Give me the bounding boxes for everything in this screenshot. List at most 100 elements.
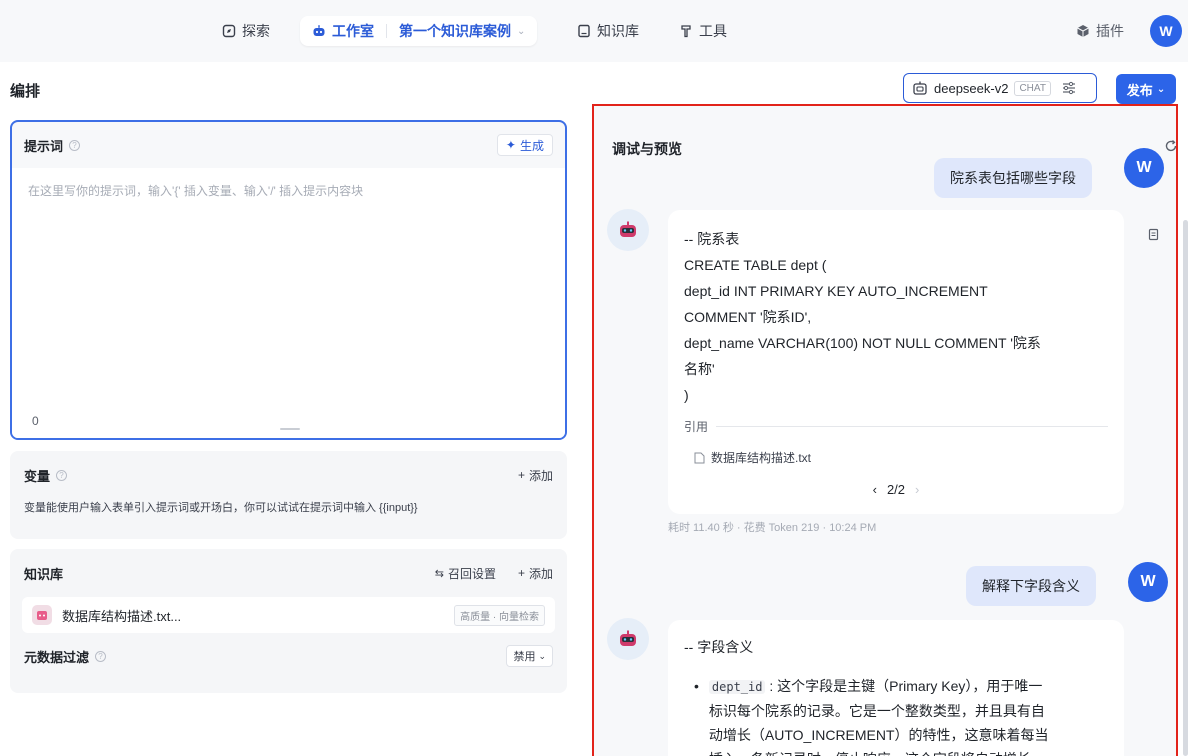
character-count: 0 xyxy=(32,414,39,428)
nav-explore[interactable]: 探索 xyxy=(222,16,270,46)
knowledge-title: 知识库 xyxy=(24,566,64,582)
nav-workspace-label: 工作室 xyxy=(332,23,374,39)
nav-tools[interactable]: 工具 xyxy=(679,16,727,46)
field-code: dept_id xyxy=(708,680,766,694)
top-nav: 探索 工作室 第一个知识库案例 ⌄ 知识库 工具 插件 W xyxy=(0,0,1188,62)
nav-plugins[interactable]: 插件 xyxy=(1076,16,1124,46)
plus-icon: + xyxy=(517,566,525,580)
bullet-icon: • xyxy=(694,678,699,694)
file-icon xyxy=(32,605,52,625)
chevron-down-icon: ⌄ xyxy=(1156,83,1166,95)
nav-knowledge[interactable]: 知识库 xyxy=(577,16,639,46)
knowledge-actions: ⇆ 召回设置 + 添加 xyxy=(435,565,553,582)
answer-line: : 这个字段是主键（Primary Key），用于唯一 xyxy=(769,678,1043,694)
nav-plugins-label: 插件 xyxy=(1096,23,1124,39)
copy-icon[interactable] xyxy=(1147,228,1161,242)
answer-line: ) xyxy=(684,387,689,403)
settings-sliders-icon[interactable] xyxy=(1061,81,1077,95)
add-knowledge-label: 添加 xyxy=(528,566,553,581)
metadata-title: 元数据过滤 ? xyxy=(24,647,107,666)
chevron-right-icon[interactable]: › xyxy=(915,482,919,497)
answer-line: CREATE TABLE dept ( xyxy=(684,257,827,273)
knowledge-section: 知识库 ⇆ 召回设置 + 添加 数据库结构描述.txt... 高质量 · 向量检… xyxy=(10,549,567,693)
compass-icon xyxy=(222,24,236,38)
bot-avatar xyxy=(607,618,649,660)
publish-button[interactable]: 发布 ⌄ xyxy=(1116,74,1176,104)
user-avatar: W xyxy=(1128,562,1168,602)
nav-separator xyxy=(386,24,387,38)
chevron-down-icon[interactable]: ⌄ xyxy=(517,26,525,37)
citation-label: 引用 xyxy=(684,420,709,434)
metadata-filter-select[interactable]: 禁用 ⌄ xyxy=(506,645,553,667)
answer-line: 标识每个院系的记录。它是一个整数类型，并且具有自 xyxy=(708,703,1045,719)
preview-scrollbar[interactable] xyxy=(1183,220,1188,756)
citation-divider xyxy=(716,426,1108,427)
variables-header: 变量 ? + 添加 xyxy=(10,451,567,499)
add-variable-button[interactable]: + 添加 xyxy=(518,467,553,484)
generate-button[interactable]: ✦ 生成 xyxy=(496,134,553,156)
prompt-header: 提示词 ? ✦ 生成 xyxy=(12,122,565,168)
citation-header: 引用 xyxy=(684,418,1108,435)
variables-title: 变量 ? xyxy=(24,466,68,485)
info-icon[interactable]: ? xyxy=(56,469,68,481)
model-selector[interactable]: deepseek-v2 CHAT xyxy=(903,73,1097,103)
plus-icon: + xyxy=(517,468,525,482)
answer-line: -- 院系表 xyxy=(684,231,740,247)
user-message-text: 解释下字段含义 xyxy=(982,578,1080,594)
recall-settings-label: 召回设置 xyxy=(447,566,496,581)
answer-line: dept_name VARCHAR(100) NOT NULL COMMENT … xyxy=(684,335,1041,351)
add-variable-label: 添加 xyxy=(528,468,553,483)
cube-icon xyxy=(1077,25,1089,37)
metadata-title-label: 元数据过滤 xyxy=(24,649,90,665)
metadata-filter-value: 禁用 xyxy=(513,651,536,663)
user-message: 院系表包括哪些字段 xyxy=(934,158,1092,198)
nav-tools-label: 工具 xyxy=(699,23,727,39)
citation-file[interactable]: 数据库结构描述.txt xyxy=(684,449,1108,466)
info-icon[interactable]: ? xyxy=(69,139,81,151)
variables-description: 变量能使用户输入表单引入提示词或开场白，你可以试试在提示词中输入 {{input… xyxy=(24,502,418,514)
generate-label: 生成 xyxy=(519,138,544,153)
answer-heading: -- 字段含义 xyxy=(684,639,754,655)
variables-section: 变量 ? + 添加 变量能使用户输入表单引入提示词或开场白，你可以试试在提示词中… xyxy=(10,451,567,539)
user-avatar[interactable]: W xyxy=(1150,15,1182,47)
resize-handle[interactable] xyxy=(280,428,300,430)
nav-workspace[interactable]: 工作室 第一个知识库案例 ⌄ xyxy=(300,16,538,46)
answer-line: 插入一条新记录时，停止响应，这个字段将自动增长 xyxy=(709,747,1049,756)
sparkle-icon: ✦ xyxy=(505,138,516,152)
answer-line: dept_id INT PRIMARY KEY AUTO_INCREMENT xyxy=(684,283,988,299)
knowledge-header: 知识库 ⇆ 召回设置 + 添加 xyxy=(10,549,567,597)
answer-body: -- 院系表 CREATE TABLE dept ( dept_id INT PRI… xyxy=(684,226,1108,408)
chevron-left-icon[interactable]: ‹ xyxy=(873,482,877,497)
refresh-icon[interactable] xyxy=(1164,139,1178,153)
sliders-icon: ⇆ xyxy=(434,567,444,580)
user-message-text: 院系表包括哪些字段 xyxy=(950,170,1076,186)
publish-label: 发布 xyxy=(1126,82,1153,98)
prompt-textarea[interactable]: 在这里写你的提示词，输入'{' 插入变量、输入'/' 插入提示内容块 0 xyxy=(12,168,565,438)
knowledge-item-tag: 高质量 · 向量检索 xyxy=(454,604,545,626)
answer-line: 名称' xyxy=(684,361,715,377)
robot-icon xyxy=(620,221,636,237)
citation-file-name: 数据库结构描述.txt xyxy=(711,451,812,465)
answer-line: COMMENT '院系ID', xyxy=(684,309,812,325)
user-avatar: W xyxy=(1124,148,1164,188)
debug-preview-panel: 调试与预览 院系表包括哪些字段 W -- 院系表 CREATE TABLE dep… xyxy=(592,104,1178,756)
knowledge-item-name: 数据库结构描述.txt... xyxy=(62,608,182,624)
document-icon xyxy=(694,452,705,463)
preview-title: 调试与预览 xyxy=(612,141,682,157)
nav-knowledge-label: 知识库 xyxy=(597,23,639,39)
current-kb-name[interactable]: 第一个知识库案例 xyxy=(399,21,511,41)
prompt-title: 提示词 ? xyxy=(24,136,81,155)
prompt-editor-card: 提示词 ? ✦ 生成 在这里写你的提示词，输入'{' 插入变量、输入'/' 插入… xyxy=(10,120,567,440)
nav-explore-label: 探索 xyxy=(242,23,270,39)
message-meta: 耗时 11.40 秒 · 花费 Token 219 · 10:24 PM xyxy=(668,522,877,534)
book-icon xyxy=(578,24,590,38)
bot-message: -- 院系表 CREATE TABLE dept ( dept_id INT PRI… xyxy=(668,210,1124,514)
bot-message: -- 字段含义 • dept_id : 这个字段是主键（Primary Key）… xyxy=(668,620,1124,756)
recall-settings-button[interactable]: ⇆ 召回设置 xyxy=(435,565,496,582)
answer-pager: ‹ 2/2 › xyxy=(684,482,1108,497)
add-knowledge-button[interactable]: + 添加 xyxy=(518,565,553,582)
page-title: 编排 xyxy=(10,83,41,100)
metadata-filter-row: 元数据过滤 ? 禁用 ⌄ xyxy=(10,633,567,679)
knowledge-item[interactable]: 数据库结构描述.txt... 高质量 · 向量检索 xyxy=(22,597,555,633)
info-icon[interactable]: ? xyxy=(95,650,107,662)
